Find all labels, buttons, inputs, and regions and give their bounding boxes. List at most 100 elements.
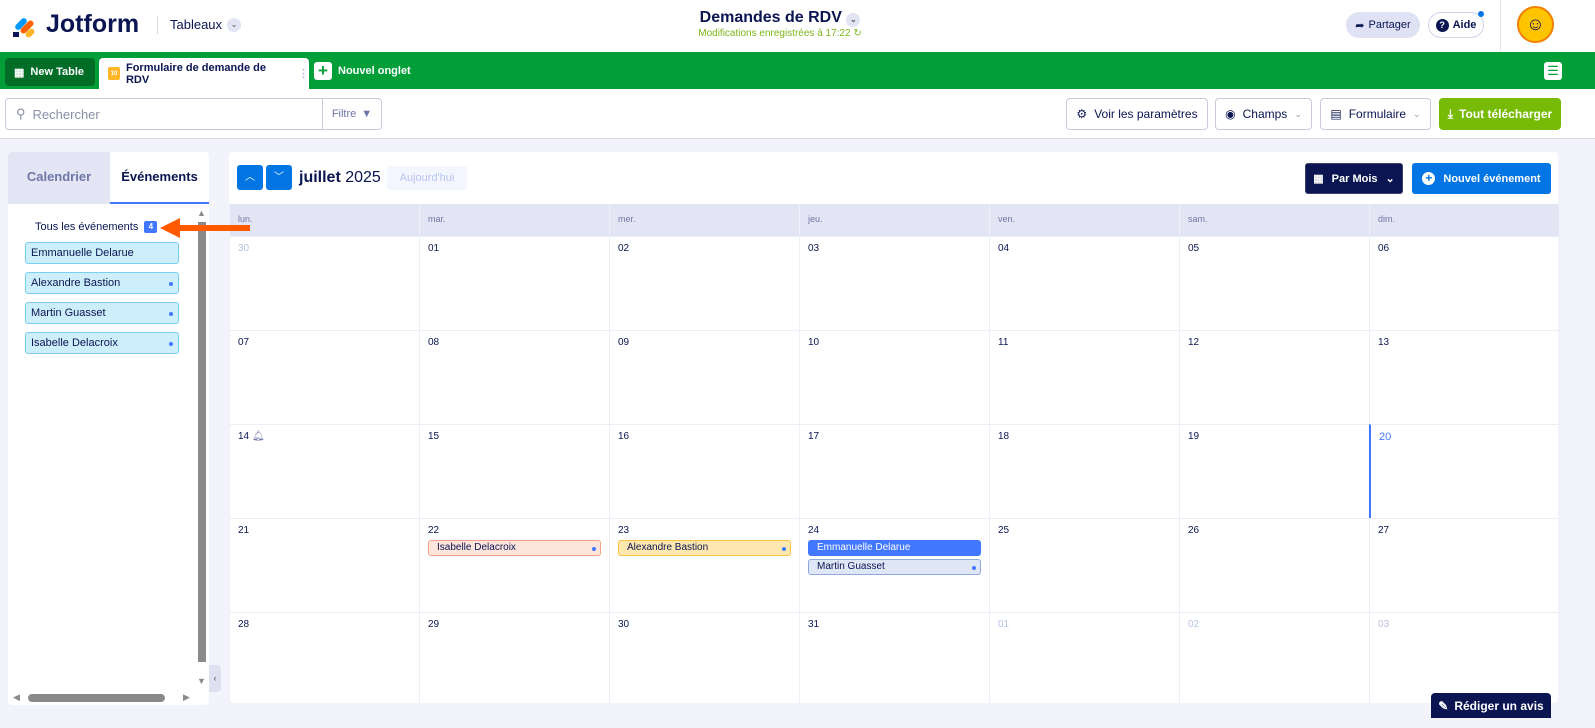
sidebar-event-item[interactable]: Isabelle Delacroix [25,332,179,354]
day-cell[interactable]: 27 [1369,518,1559,612]
tab-evenements[interactable]: Événements [110,152,209,204]
tab-label: Formulaire de demande de RDV [125,61,266,86]
sidebar-event-item[interactable]: Emmanuelle Delarue [25,242,179,264]
day-cell[interactable]: 19 [1179,424,1369,518]
chevron-down-icon: ⌄ [1294,108,1302,119]
day-cell[interactable]: 30 [229,236,419,330]
new-event-button[interactable]: + Nouvel événement [1412,163,1551,194]
event-name: Emmanuelle Delarue [31,247,134,259]
day-cell[interactable]: 01 [419,236,609,330]
fields-dropdown[interactable]: ◉ Champs ⌄ [1215,98,1312,130]
day-cell[interactable]: 12 [1179,330,1369,424]
day-cell[interactable]: 15 [419,424,609,518]
page-title[interactable]: Demandes de RDV ⌄ [0,9,1560,27]
tab-formulaire[interactable]: 10 Formulaire de demande de RDV ⋮ [99,58,309,89]
day-number: 21 [238,525,250,536]
calendar-event[interactable]: Martin Guasset [808,559,981,575]
vertical-scrollbar[interactable] [198,222,206,662]
day-cell[interactable]: 02 [1179,612,1369,703]
day-cell[interactable]: 09 [609,330,799,424]
day-cell[interactable]: 29 [419,612,609,703]
filter-label: Filtre [331,108,357,120]
day-cell[interactable]: 02 [609,236,799,330]
day-cell[interactable]: 28 [229,612,419,703]
day-cell[interactable]: 18 [989,424,1179,518]
day-number: 24 [808,525,820,536]
bell-icon: 🔔︎ [251,431,265,442]
chevron-down-icon: ⌄ [1413,108,1421,119]
new-table-button[interactable]: ▦ New Table [5,58,95,86]
user-avatar[interactable]: ☺ [1517,6,1554,43]
calendar-event[interactable]: Isabelle Delacroix [428,540,601,556]
event-name: Martin Guasset [31,307,106,319]
sidebar-event-item[interactable]: Martin Guasset [25,302,179,324]
scroll-left-arrow[interactable]: ◀ [13,692,20,703]
write-review-button[interactable]: ✎ Rédiger un avis [1431,693,1551,718]
day-cell[interactable]: 31 [799,612,989,703]
title-text: Demandes de RDV [699,9,842,26]
day-cell[interactable]: 06 [1369,236,1559,330]
new-tab-label: Nouvel onglet [338,65,411,77]
day-number: 30 [238,243,250,254]
settings-button[interactable]: ⚙ Voir les paramètres [1066,98,1208,130]
sidebar-event-item[interactable]: Alexandre Bastion [25,272,179,294]
calendar-event[interactable]: Alexandre Bastion [618,540,791,556]
day-number: 01 [428,243,440,254]
day-cell[interactable]: 01 [989,612,1179,703]
day-cell[interactable]: 08 [419,330,609,424]
day-cell[interactable]: 03 [799,236,989,330]
day-cell[interactable]: 13 [1369,330,1559,424]
day-cell[interactable]: 14 🔔︎ [229,424,419,518]
new-tab-button[interactable]: + Nouvel onglet [314,62,411,80]
day-cell[interactable]: 05 [1179,236,1369,330]
download-all-button[interactable]: ⤓ Tout télécharger [1439,98,1561,130]
day-cell[interactable]: 11 [989,330,1179,424]
filter-button[interactable]: Filtre ▼ [322,98,382,130]
day-cell[interactable]: 04 [989,236,1179,330]
day-cell[interactable]: 23 Alexandre Bastion [609,518,799,612]
today-button[interactable]: Aujourd'hui [387,166,467,190]
day-number: 13 [1378,337,1390,348]
day-cell[interactable]: 30 [609,612,799,703]
collapse-sidebar-button[interactable]: ‹ [209,665,221,692]
more-vertical-icon[interactable]: ⋮ [298,67,309,80]
eye-icon: ◉ [1225,107,1236,121]
settings-label: Voir les paramètres [1094,107,1198,121]
day-number: 26 [1188,525,1200,536]
refresh-icon: ↻ [853,28,862,39]
weekday-header: sam. [1179,204,1369,236]
menu-icon[interactable]: ☰ [1544,62,1562,80]
form-dropdown[interactable]: ▤ Formulaire ⌄ [1320,98,1431,130]
day-cell[interactable]: 17 [799,424,989,518]
plus-circle-icon: + [1422,172,1436,185]
tab-calendrier[interactable]: Calendrier [8,152,110,204]
day-number: 15 [428,431,440,442]
day-cell[interactable]: 03 [1369,612,1559,703]
calendar-event[interactable]: Emmanuelle Delarue [808,540,981,556]
scroll-right-arrow[interactable]: ▶ [183,692,190,703]
top-header: Jotform Tableaux ⌄ Demandes de RDV ⌄ Modi… [0,0,1595,52]
chevron-down-icon: ⌄ [1385,173,1395,185]
all-events-filter[interactable]: Tous les événements 4 [35,221,158,233]
calendar-panel: ︿ ﹀ juillet 2025 Aujourd'hui ▦ Par Mois ⌄ … [229,152,1559,703]
share-button[interactable]: ➦ Partager [1346,12,1420,38]
event-dot [782,547,786,551]
next-month-button[interactable]: ﹀ [266,165,292,190]
day-cell[interactable]: 20 [1369,424,1559,518]
scroll-up-arrow[interactable]: ▲ [197,208,206,218]
previous-month-button[interactable]: ︿ [237,165,263,190]
day-cell[interactable]: 26 [1179,518,1369,612]
day-cell[interactable]: 07 [229,330,419,424]
horizontal-scrollbar[interactable] [28,694,165,702]
day-number: 30 [618,619,630,630]
day-cell[interactable]: 16 [609,424,799,518]
scroll-down-arrow[interactable]: ▼ [197,676,206,686]
view-dropdown[interactable]: ▦ Par Mois ⌄ [1305,163,1403,194]
day-cell[interactable]: 21 [229,518,419,612]
search-input[interactable]: ⚲ Rechercher [5,98,323,130]
day-cell[interactable]: 24 Emmanuelle Delarue Martin Guasset [799,518,989,612]
day-cell[interactable]: 25 [989,518,1179,612]
day-cell[interactable]: 10 [799,330,989,424]
help-button[interactable]: ? Aide [1428,11,1484,38]
day-cell[interactable]: 22 Isabelle Delacroix [419,518,609,612]
